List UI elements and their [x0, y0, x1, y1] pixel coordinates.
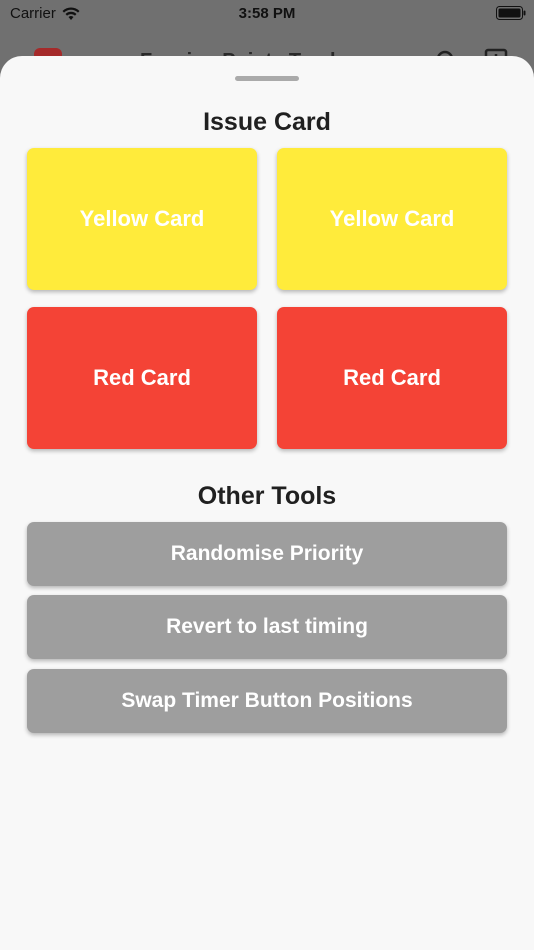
revert-last-timing-label: Revert to last timing — [166, 615, 368, 638]
sheet-drag-handle[interactable] — [235, 76, 299, 81]
yellow-card-button-left[interactable]: Yellow Card — [27, 148, 257, 290]
randomise-priority-label: Randomise Priority — [170, 542, 364, 565]
swap-timer-buttons-label: Swap Timer Button Positions — [121, 689, 413, 712]
red-card-label: Red Card — [343, 365, 441, 390]
randomise-priority-button[interactable]: Randomise Priority — [27, 522, 507, 586]
red-card-button-right[interactable]: Red Card — [277, 307, 507, 449]
yellow-card-label: Yellow Card — [329, 206, 455, 231]
yellow-card-button-right[interactable]: Yellow Card — [277, 148, 507, 290]
red-card-button-left[interactable]: Red Card — [27, 307, 257, 449]
status-bar: Carrier 3:58 PM — [0, 0, 534, 28]
status-time: 3:58 PM — [238, 5, 296, 22]
swap-timer-buttons-button[interactable]: Swap Timer Button Positions — [27, 669, 507, 733]
other-tools-heading: Other Tools — [197, 482, 337, 510]
red-card-label: Red Card — [93, 365, 191, 390]
issue-card-heading: Issue Card — [203, 108, 331, 136]
yellow-card-label: Yellow Card — [79, 206, 205, 231]
revert-last-timing-button[interactable]: Revert to last timing — [27, 595, 507, 659]
tools-bottom-sheet: Issue Card Yellow Card Yellow Card Red C… — [0, 56, 534, 950]
battery-icon — [496, 6, 526, 20]
